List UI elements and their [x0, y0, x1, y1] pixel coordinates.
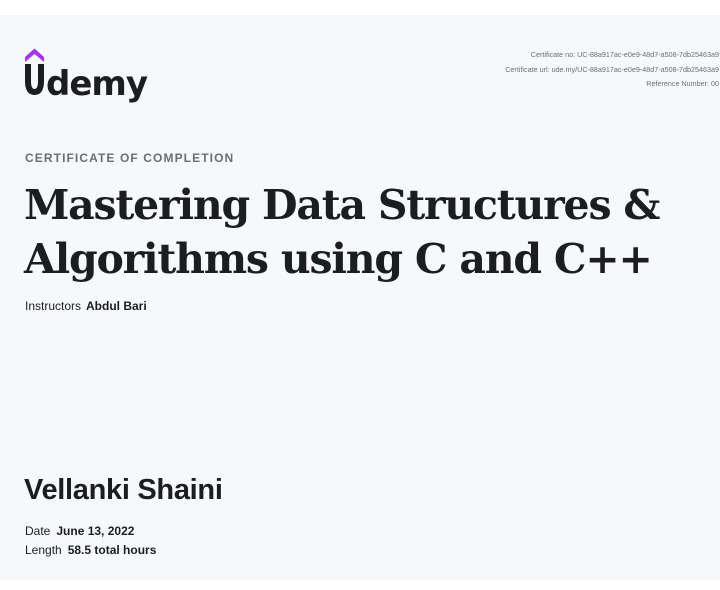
certificate-meta: Certificate no: UC-88a917ac-e0e9-48d7-a5… [505, 48, 719, 92]
date-label: Date [25, 524, 51, 538]
course-title-line-1: Mastering Data Structures & [24, 181, 660, 229]
reference-number: Reference Number: 00 [646, 79, 719, 88]
certificate-url: Certificate url: ude.my/UC-88a917ac-e0e9… [505, 64, 719, 74]
length-row: Length 58.5 total hours [25, 541, 156, 560]
recipient-name: Vellanki Shaini [24, 474, 223, 506]
instructors: Instructors Abdul Bari [25, 299, 147, 313]
course-title: Mastering Data Structures & Algorithms u… [24, 178, 714, 286]
certificate: demy Certificate no: UC-88a917ac-e0e9-48… [0, 15, 720, 580]
certificate-eyebrow: CERTIFICATE OF COMPLETION [25, 151, 235, 165]
certificate-number: Certificate no: UC-88a917ac-e0e9-48d7-a5… [530, 50, 719, 59]
udemy-logo: demy [24, 46, 156, 104]
udemy-wordmark: demy [46, 64, 148, 104]
length-label: Length [25, 543, 62, 557]
length-value: 58.5 total hours [67, 543, 157, 557]
date-row: Date June 13, 2022 [25, 522, 156, 541]
course-title-line-2: Algorithms using C and C++ [24, 235, 653, 283]
date-value: June 13, 2022 [56, 524, 135, 538]
instructor-name: Abdul Bari [86, 299, 147, 313]
instructors-label: Instructors [25, 299, 82, 313]
certificate-details: Date June 13, 2022 Length 58.5 total hours [25, 522, 156, 560]
